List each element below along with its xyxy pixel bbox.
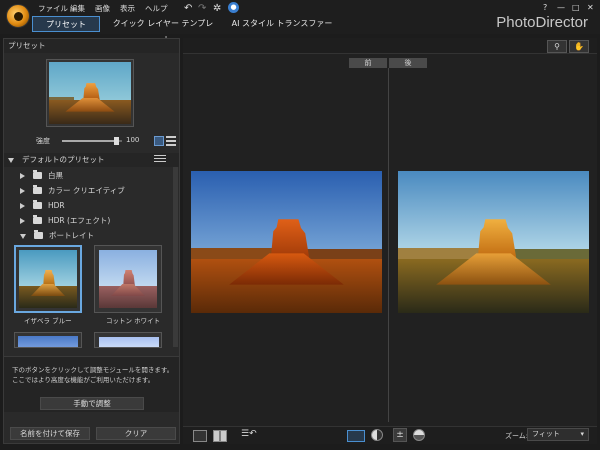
before-after-toggle-icon[interactable]	[347, 430, 365, 442]
strength-value: 100	[126, 136, 140, 144]
app-logo-icon	[6, 4, 30, 28]
folder-icon	[33, 214, 42, 224]
after-label: 後	[389, 58, 427, 68]
info-text: 下のボタンをクリックして調整モジュールを開きます。ここではより高度な機能がご利用…	[12, 366, 174, 384]
menu-edit[interactable]: 編集	[70, 3, 85, 14]
collapse-icon	[8, 157, 14, 163]
preset-panel: プリセット 強度 100 デフォルトのプリセット 白黒 カラー クリエイティブ …	[3, 38, 180, 444]
menu-image[interactable]: 画像	[95, 3, 110, 14]
tab-quick-layer-template[interactable]: クイック レイヤー テンプレート	[110, 16, 216, 44]
strength-label: 強度	[36, 137, 50, 145]
preset-thumb-partial-2[interactable]	[94, 332, 162, 348]
chevron-down-icon: ▾	[580, 430, 584, 438]
info-box: 下のボタンをクリックして調整モジュールを開きます。ここではより高度な機能がご利用…	[4, 356, 179, 412]
manual-adjust-button[interactable]: 手動で調整	[40, 397, 144, 410]
view-toolbar	[183, 38, 597, 54]
close-button[interactable]: ✕	[587, 3, 594, 12]
tab-presets[interactable]: プリセット	[32, 16, 100, 32]
default-presets-header[interactable]: デフォルトのプリセット	[4, 153, 179, 167]
folder-icon	[33, 199, 42, 209]
tab-ai-style-transfer[interactable]: AI スタイル トランスファー	[224, 16, 340, 32]
contrast-icon[interactable]	[371, 429, 383, 441]
update-icon[interactable]: ●	[228, 2, 239, 13]
zoom-select[interactable]: フィット ▾	[527, 428, 589, 441]
preset-thumb-cotton-white[interactable]	[94, 245, 162, 313]
zoom-label: ズーム:	[505, 432, 529, 440]
maximize-button[interactable]: □	[572, 3, 580, 12]
compare-divider[interactable]	[388, 68, 389, 422]
search-icon[interactable]: ⚲	[547, 40, 567, 53]
single-view-icon[interactable]	[193, 430, 207, 442]
default-presets-label: デフォルトのプリセット	[22, 155, 105, 164]
folder-icon	[33, 184, 42, 194]
after-image	[398, 171, 589, 313]
zoom-value: フィット	[532, 430, 560, 438]
before-image	[191, 171, 382, 313]
slider-handle[interactable]	[114, 137, 119, 145]
preview-image	[49, 62, 131, 124]
undo-icon[interactable]: ↶	[184, 3, 192, 14]
grid-view-icon[interactable]	[154, 136, 164, 146]
preset-label-isabella-blue: イザベラ ブルー	[24, 317, 72, 325]
panel-header: プリセット	[4, 39, 179, 53]
clear-button[interactable]: クリア	[96, 427, 176, 440]
compare-options-icon[interactable]: ☰↶	[241, 429, 257, 439]
preset-label-cotton-white: コットン ホワイト	[106, 317, 161, 325]
hand-tool-icon[interactable]: ✋	[569, 40, 589, 53]
preset-thumb-isabella-blue[interactable]	[14, 245, 82, 313]
before-label: 前	[349, 58, 387, 68]
exposure-icon[interactable]: ±	[393, 428, 407, 442]
preset-menu-icon[interactable]	[154, 155, 166, 164]
preset-thumb-partial-1[interactable]	[14, 332, 82, 348]
folder-icon	[33, 169, 42, 179]
settings-icon[interactable]: ✲	[213, 3, 221, 14]
folder-open-icon	[34, 229, 43, 239]
menu-help[interactable]: ヘルプ	[145, 3, 168, 14]
compare-view: ⚲ ✋ 前 後 ☰↶ ± ズーム: フィット ▾	[183, 38, 597, 444]
list-view-icon[interactable]	[166, 136, 176, 146]
menu-view[interactable]: 表示	[120, 3, 135, 14]
horizon-icon[interactable]	[413, 429, 425, 441]
menu-file[interactable]: ファイル	[38, 3, 68, 14]
side-by-side-icon[interactable]	[213, 430, 227, 442]
preset-preview	[46, 59, 134, 127]
brand-title: PhotoDirector	[496, 14, 588, 31]
title-bar: ファイル 編集 画像 表示 ヘルプ ↶ ↷ ✲ ● プリセット クイック レイヤ…	[0, 0, 600, 44]
tree-item-portrait[interactable]: ポートレイト	[20, 227, 180, 245]
redo-icon[interactable]: ↷	[198, 3, 206, 14]
strength-slider[interactable]	[62, 137, 122, 145]
help-button[interactable]: ?	[543, 3, 547, 12]
minimize-button[interactable]: —	[557, 3, 565, 12]
save-as-button[interactable]: 名前を付けて保存	[10, 427, 90, 440]
